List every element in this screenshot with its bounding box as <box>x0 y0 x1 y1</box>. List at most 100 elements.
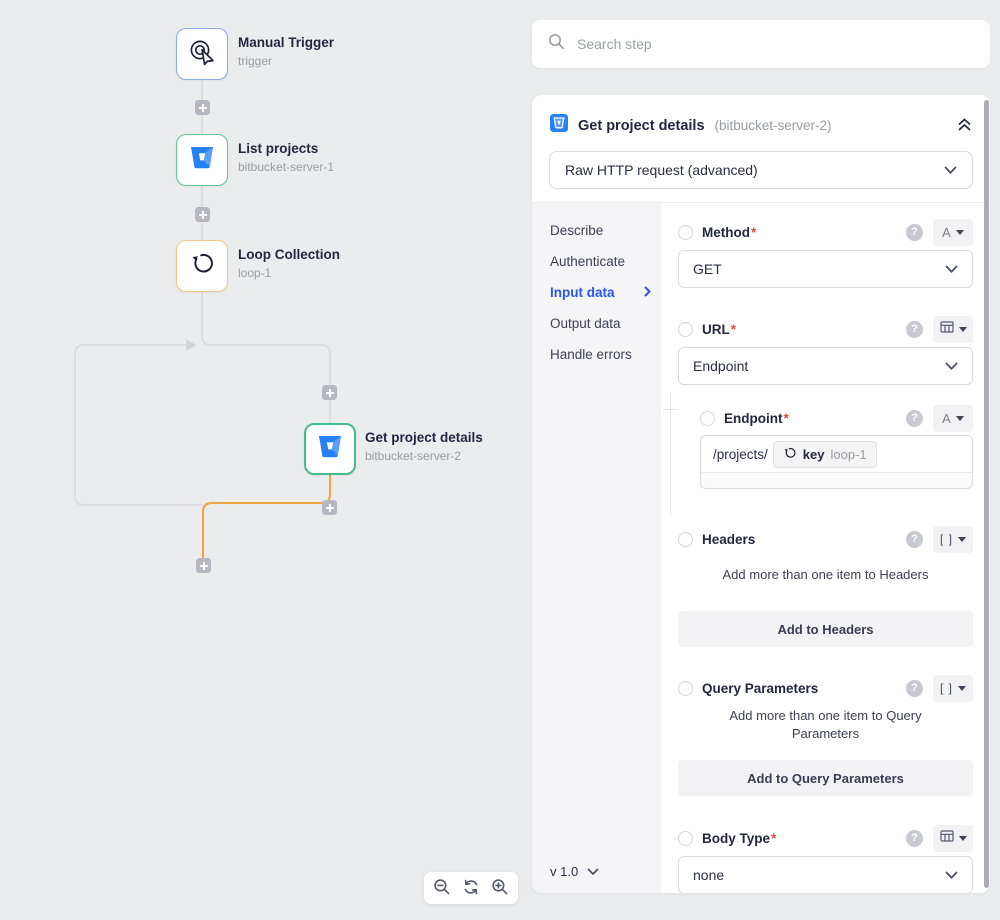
version-selector[interactable]: v 1.0 <box>550 864 599 879</box>
token-property: key <box>803 447 825 462</box>
reset-zoom-icon <box>462 878 480 899</box>
tab-describe[interactable]: Describe <box>532 215 661 246</box>
jsonpath-radio[interactable] <box>678 225 693 240</box>
nesting-line <box>663 409 678 410</box>
type-selector-array[interactable]: [ ] <box>933 526 973 553</box>
caret-down-icon <box>956 230 964 235</box>
operation-select[interactable]: Raw HTTP request (advanced) <box>549 151 973 189</box>
tab-handle-errors[interactable]: Handle errors <box>532 339 661 370</box>
add-to-headers-button[interactable]: Add to Headers <box>678 611 973 647</box>
tab-input-data[interactable]: Input data <box>532 277 661 308</box>
loop-icon <box>189 250 216 282</box>
required-mark: * <box>783 411 788 426</box>
search-icon <box>548 33 565 55</box>
add-step-button[interactable] <box>196 558 211 573</box>
caret-down-icon <box>959 836 967 841</box>
field-headers: Headers ? [ ] <box>678 526 973 552</box>
node-loop-collection[interactable] <box>176 240 228 292</box>
node-label-manual-trigger: Manual Trigger trigger <box>238 35 334 68</box>
node-label-list-projects: List projects bitbucket-server-1 <box>238 141 334 174</box>
field-method: Method * ? A <box>678 219 973 245</box>
node-label-get-project-details: Get project details bitbucket-server-2 <box>365 430 483 463</box>
node-subtitle: bitbucket-server-1 <box>238 160 334 174</box>
loop-icon <box>783 446 797 463</box>
type-selector-text[interactable]: A <box>933 405 973 432</box>
tab-label: Describe <box>550 223 603 238</box>
token-step: loop-1 <box>830 447 866 462</box>
field-label: Body Type <box>702 831 770 846</box>
endpoint-input[interactable]: /projects/ key loop-1 <box>700 435 973 489</box>
double-chevron-up-icon <box>957 117 972 135</box>
add-step-button[interactable] <box>195 207 210 222</box>
field-label: Headers <box>702 532 755 547</box>
field-url: URL * ? <box>678 316 973 342</box>
add-step-button[interactable] <box>322 385 337 400</box>
node-title: Get project details <box>365 430 483 445</box>
add-step-button[interactable] <box>322 500 337 515</box>
type-selector-array[interactable]: [ ] <box>933 675 973 702</box>
url-select[interactable]: Endpoint <box>678 347 973 385</box>
nesting-line <box>670 393 671 515</box>
type-selector-object[interactable] <box>933 825 973 852</box>
search-step-bar <box>532 20 990 68</box>
node-title: Manual Trigger <box>238 35 334 50</box>
field-label: Method <box>702 225 750 240</box>
jsonpath-radio[interactable] <box>678 322 693 337</box>
jsonpath-radio[interactable] <box>678 831 693 846</box>
panel-scrollbar[interactable] <box>984 100 989 888</box>
panel-connector-name: (bitbucket-server-2) <box>715 118 832 133</box>
endpoint-group: Endpoint * ? A /projects/ <box>700 405 973 489</box>
tab-label: Authenticate <box>550 254 625 269</box>
chevron-down-icon <box>944 162 957 178</box>
add-to-query-parameters-button[interactable]: Add to Query Parameters <box>678 760 973 796</box>
field-body-type: Body Type * ? <box>678 825 973 851</box>
reset-zoom-button[interactable] <box>462 878 480 899</box>
jsonpath-token[interactable]: key loop-1 <box>773 441 877 468</box>
panel-header: Get project details (bitbucket-server-2) <box>532 95 990 137</box>
panel-body: Describe Authenticate Input data Output … <box>532 202 990 893</box>
field-query-parameters: Query Parameters ? [ ] <box>678 675 973 701</box>
field-endpoint: Endpoint * ? A <box>700 405 973 431</box>
type-selector-text[interactable]: A <box>933 219 973 246</box>
jsonpath-radio[interactable] <box>678 681 693 696</box>
field-label: URL <box>702 322 730 337</box>
zoom-out-icon <box>433 878 451 899</box>
body-type-select[interactable]: none <box>678 856 973 893</box>
add-step-button[interactable] <box>195 100 210 115</box>
tab-authenticate[interactable]: Authenticate <box>532 246 661 277</box>
caret-down-icon <box>959 327 967 332</box>
type-selector-object[interactable] <box>933 316 973 343</box>
tab-label: Output data <box>550 316 621 331</box>
field-label: Endpoint <box>724 411 782 426</box>
zoom-out-button[interactable] <box>433 878 451 899</box>
node-subtitle: loop-1 <box>238 266 340 280</box>
method-select[interactable]: GET <box>678 250 973 288</box>
node-get-project-details[interactable] <box>304 423 356 475</box>
help-icon[interactable]: ? <box>906 680 923 697</box>
jsonpath-radio[interactable] <box>678 532 693 547</box>
help-icon[interactable]: ? <box>906 224 923 241</box>
help-icon[interactable]: ? <box>906 410 923 427</box>
required-mark: * <box>771 831 776 846</box>
tab-output-data[interactable]: Output data <box>532 308 661 339</box>
node-manual-trigger[interactable] <box>176 28 228 80</box>
search-step-input[interactable] <box>577 36 974 52</box>
chevron-down-icon <box>587 864 599 879</box>
zoom-in-icon <box>491 878 509 899</box>
version-label: v 1.0 <box>550 864 578 879</box>
array-type-icon: [ ] <box>940 681 953 695</box>
help-icon[interactable]: ? <box>906 830 923 847</box>
required-mark: * <box>731 322 736 337</box>
panel-step-title: Get project details <box>578 118 705 134</box>
query-parameters-hint: Add more than one item to Query Paramete… <box>678 707 973 743</box>
collapse-panel-button[interactable] <box>957 117 972 135</box>
workflow-canvas[interactable]: Manual Trigger trigger List projects bit… <box>0 0 532 920</box>
node-list-projects[interactable] <box>176 134 228 186</box>
manual-trigger-icon <box>187 37 217 72</box>
help-icon[interactable]: ? <box>906 321 923 338</box>
field-label: Query Parameters <box>702 681 818 696</box>
jsonpath-radio[interactable] <box>700 411 715 426</box>
zoom-in-button[interactable] <box>491 878 509 899</box>
table-type-icon <box>940 320 954 338</box>
help-icon[interactable]: ? <box>906 531 923 548</box>
